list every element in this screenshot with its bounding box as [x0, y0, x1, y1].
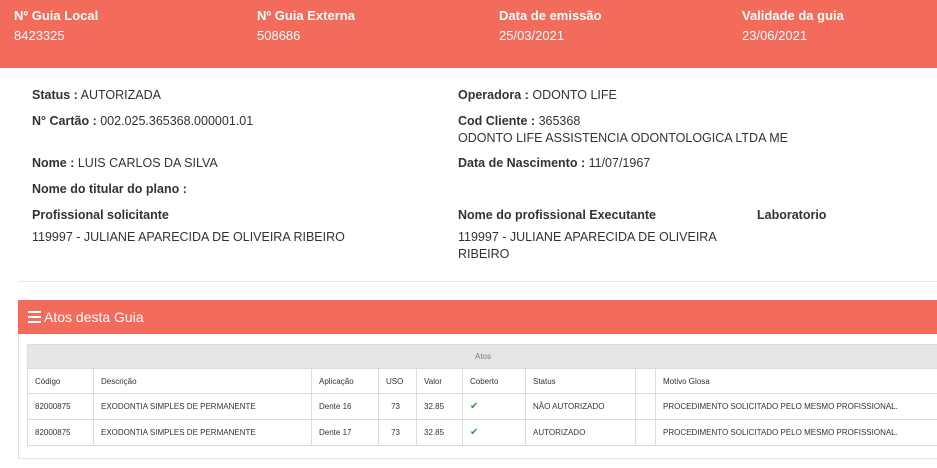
executante-value-line1: 119997 - JULIANE APARECIDA DE OLIVEIRA	[458, 230, 717, 244]
cell-valor: 32.85	[416, 393, 463, 420]
cell-uso: 73	[378, 393, 417, 420]
cartao-label: N° Cartão :	[32, 114, 97, 128]
solicitante-label-text: Profissional solicitante	[32, 208, 169, 222]
titular-field: Nome do titular do plano :	[32, 181, 187, 198]
atos-group-header: Atos	[27, 344, 937, 369]
emissao-label: Data de emissão	[499, 8, 602, 23]
section-divider	[18, 281, 937, 282]
cell-uso: 73	[378, 419, 417, 446]
cell-blank	[635, 419, 656, 446]
cell-motivo: PROCEDIMENTO SOLICITADO PELO MESMO PROFI…	[655, 419, 937, 446]
operadora-value: ODONTO LIFE	[532, 88, 617, 102]
table-header-row: Código Descrição Aplicação USO Valor Cob…	[27, 368, 937, 394]
col-motivo-header: Motivo Glosa	[655, 368, 937, 394]
col-valor-header: Valor	[416, 368, 463, 394]
guia-externa-block: Nº Guia Externa 508686	[257, 6, 355, 46]
executante-value-line2: RIBEIRO	[458, 247, 510, 261]
table-row: 82000875 EXODONTIA SIMPLES DE PERMANENTE…	[27, 419, 937, 446]
col-aplicacao-header: Aplicação	[311, 368, 379, 394]
laboratorio-label: Laboratorio	[757, 207, 826, 224]
cell-codigo: 82000875	[27, 419, 94, 446]
emissao-block: Data de emissão 25/03/2021	[499, 6, 602, 46]
cell-descricao: EXODONTIA SIMPLES DE PERMANENTE	[93, 419, 312, 446]
nome-label: Nome :	[32, 156, 75, 170]
col-codigo-header: Código	[27, 368, 94, 394]
cod-cliente-name: ODONTO LIFE ASSISTENCIA ODONTOLOGICA LTD…	[458, 131, 788, 145]
check-icon: ✔	[470, 427, 479, 438]
emissao-value: 25/03/2021	[499, 28, 565, 43]
cod-cliente-label: Cod Cliente :	[458, 114, 536, 128]
cell-blank	[635, 393, 656, 420]
solicitante-value: 119997 - JULIANE APARECIDA DE OLIVEIRA R…	[32, 230, 345, 244]
validade-block: Validade da guia 23/06/2021	[742, 6, 844, 46]
cell-coberto: ✔	[462, 419, 526, 446]
col-coberto-header: Coberto	[462, 368, 526, 394]
col-status-header: Status	[525, 368, 636, 394]
executante-label-text: Nome do profissional Executante	[458, 208, 656, 222]
nascimento-value: 11/07/1967	[588, 156, 651, 170]
operadora-label: Operadora :	[458, 88, 529, 102]
titular-label: Nome do titular do plano :	[32, 182, 187, 196]
atos-table: Atos Código Descrição Aplicação USO Valo…	[27, 344, 937, 446]
nome-value: LUIS CARLOS DA SILVA	[77, 156, 218, 170]
cell-aplicacao: Dente 17	[311, 419, 379, 446]
cell-descricao: EXODONTIA SIMPLES DE PERMANENTE	[93, 393, 312, 420]
col-blank-header	[635, 368, 656, 394]
table-row: 82000875 EXODONTIA SIMPLES DE PERMANENTE…	[27, 393, 937, 420]
col-descricao-header: Descrição	[93, 368, 312, 394]
col-uso-header: USO	[378, 368, 417, 394]
status-value: AUTORIZADA	[80, 88, 161, 102]
cell-aplicacao: Dente 16	[311, 393, 379, 420]
atos-panel-header: Atos desta Guia	[18, 300, 937, 334]
cell-motivo: PROCEDIMENTO SOLICITADO PELO MESMO PROFI…	[655, 393, 937, 420]
nascimento-field: Data de Nascimento : 11/07/1967	[458, 155, 650, 172]
cod-cliente-field: Cod Cliente : 365368	[458, 113, 580, 130]
cell-status: NÃO AUTORIZADO	[525, 393, 636, 420]
guia-externa-label: Nº Guia Externa	[257, 8, 355, 23]
check-icon: ✔	[470, 401, 479, 412]
atos-panel-title: Atos desta Guia	[44, 309, 144, 325]
guia-externa-value: 508686	[257, 28, 301, 43]
laboratorio-label-text: Laboratorio	[757, 208, 827, 222]
status-label: Status :	[32, 88, 78, 102]
guia-local-label: Nº Guia Local	[14, 8, 99, 23]
cartao-field: N° Cartão : 002.025.365368.000001.01	[32, 113, 253, 130]
validade-value: 23/06/2021	[742, 28, 808, 43]
nome-field: Nome : LUIS CARLOS DA SILVA	[32, 155, 218, 172]
status-field: Status : AUTORIZADA	[32, 87, 161, 104]
cod-cliente-value: 365368	[538, 114, 581, 128]
nascimento-label: Data de Nascimento :	[458, 156, 586, 170]
executante-label: Nome do profissional Executante	[458, 207, 656, 224]
panel-bottom-border	[18, 458, 937, 459]
cell-codigo: 82000875	[27, 393, 94, 420]
cell-status: AUTORIZADO	[525, 419, 636, 446]
solicitante-label: Profissional solicitante	[32, 207, 169, 224]
operadora-field: Operadora : ODONTO LIFE	[458, 87, 617, 104]
cartao-value: 002.025.365368.000001.01	[100, 114, 254, 128]
guide-header-bar: Nº Guia Local 8423325 Nº Guia Externa 50…	[0, 0, 937, 68]
cell-valor: 32.85	[416, 419, 463, 446]
validade-label: Validade da guia	[742, 8, 844, 23]
list-icon	[28, 311, 41, 323]
guia-local-value: 8423325	[14, 28, 65, 43]
guia-local-block: Nº Guia Local 8423325	[14, 6, 98, 46]
cell-coberto: ✔	[462, 393, 526, 420]
